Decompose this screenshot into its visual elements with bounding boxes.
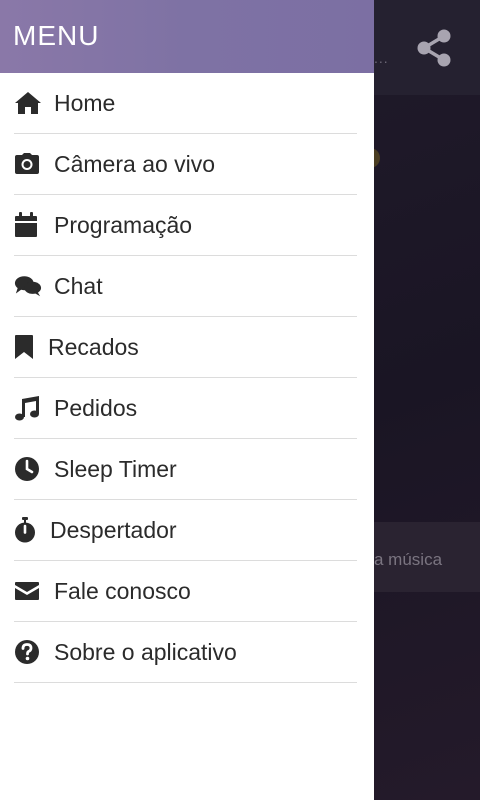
menu-item-camera[interactable]: Câmera ao vivo	[14, 134, 357, 195]
header-dots: ...	[374, 50, 389, 66]
navigation-drawer: MENU Home Câmera ao vivo Programação Cha…	[0, 0, 374, 800]
calendar-icon	[14, 212, 42, 238]
music-icon	[14, 395, 42, 421]
menu-item-programacao[interactable]: Programação	[14, 195, 357, 256]
menu-item-sobre[interactable]: Sobre o aplicativo	[14, 622, 357, 683]
menu-item-label: Câmera ao vivo	[54, 150, 216, 177]
menu-item-sleep-timer[interactable]: Sleep Timer	[14, 439, 357, 500]
chat-icon	[14, 273, 42, 299]
menu-item-recados[interactable]: Recados	[14, 317, 357, 378]
now-playing-text: a música	[374, 550, 443, 569]
menu-item-label: Sleep Timer	[54, 455, 177, 482]
menu-item-label: Sobre o aplicativo	[54, 638, 237, 665]
share-icon[interactable]	[416, 28, 452, 68]
menu-item-label: Fale conosco	[54, 577, 191, 604]
menu-title: MENU	[13, 20, 100, 51]
menu-item-fale-conosco[interactable]: Fale conosco	[14, 561, 357, 622]
now-playing-bar[interactable]: a música	[374, 522, 480, 592]
menu-item-label: Pedidos	[54, 394, 138, 421]
menu-item-chat[interactable]: Chat	[14, 256, 357, 317]
menu-item-label: Chat	[54, 272, 103, 299]
bookmark-icon	[14, 334, 36, 360]
menu-list: Home Câmera ao vivo Programação Chat Rec…	[0, 73, 374, 683]
menu-item-despertador[interactable]: Despertador	[14, 500, 357, 561]
question-icon	[14, 639, 42, 665]
menu-item-label: Home	[54, 89, 116, 116]
clock-icon	[14, 456, 42, 482]
envelope-icon	[14, 578, 42, 604]
menu-item-pedidos[interactable]: Pedidos	[14, 378, 357, 439]
home-icon	[14, 90, 42, 116]
menu-header: MENU	[0, 0, 374, 73]
menu-item-label: Despertador	[50, 516, 177, 543]
menu-item-label: Programação	[54, 211, 193, 238]
stopwatch-icon	[14, 517, 38, 543]
menu-item-home[interactable]: Home	[14, 73, 357, 134]
camera-icon	[14, 151, 42, 177]
menu-item-label: Recados	[48, 333, 139, 360]
